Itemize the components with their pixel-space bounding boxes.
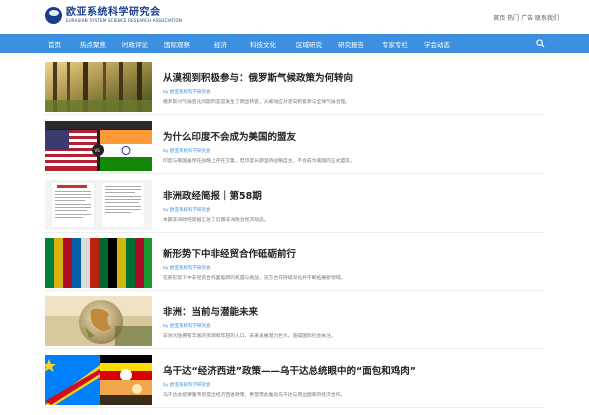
article-title[interactable]: 从漠视到积极参与：俄罗斯气候政策为何转向 — [163, 70, 353, 84]
article-thumbnail-flags[interactable]: VS — [45, 121, 152, 171]
site-title: 欧亚系统科学研究会 — [66, 7, 161, 18]
article-title[interactable]: 乌干达“经济西进”政策——乌干达总统眼中的“面包和鸡肉” — [163, 363, 416, 377]
site-logo[interactable]: 欧亚系统科学研究会 EURASIAN SYSTEM SCIENCE RESEAR… — [45, 7, 182, 24]
article-thumbnail-african-flags[interactable] — [45, 238, 152, 288]
article-card[interactable]: VS 为什么印度不会成为美国的盟友 by 欧亚系统科学研究会 印度与美国虽然在战… — [45, 121, 545, 174]
nav-item-politics[interactable]: 时政评论 — [122, 39, 148, 49]
article-meta[interactable]: by 欧亚系统科学研究会 — [163, 148, 210, 154]
nav-item-reports[interactable]: 研究报告 — [338, 39, 364, 49]
article-thumbnail-forest[interactable] — [45, 62, 152, 112]
globe-logo-icon — [45, 7, 62, 24]
site-subtitle: EURASIAN SYSTEM SCIENCE RESEARCH ASSOCIA… — [66, 18, 183, 23]
article-excerpt: 乌干达总统穆塞韦尼提出经济西进政策，希望借此推动乌干达与周边国家的经济合作。 — [163, 393, 346, 398]
header-links[interactable]: 首页 热门 广告 联系我们 — [493, 13, 559, 22]
article-title[interactable]: 非洲政经简报｜第58期 — [163, 188, 262, 202]
nav-item-economy[interactable]: 经济 — [214, 39, 227, 49]
article-meta[interactable]: by 欧亚系统科学研究会 — [163, 89, 210, 95]
article-meta[interactable]: by 欧亚系统科学研究会 — [163, 323, 210, 329]
nav-item-news[interactable]: 学会动态 — [424, 39, 450, 49]
article-excerpt: 俄罗斯对气候变化问题的态度发生了明显转变，从被动应对走向积极参与全球气候治理。 — [163, 100, 351, 105]
nav-item-tech[interactable]: 科技文化 — [250, 39, 276, 49]
article-excerpt: 印度与美国虽然在战略上存在交集，但印度长期坚持战略自主，不会成为美国的正式盟友。 — [163, 159, 355, 164]
nav-item-experts[interactable]: 专家专栏 — [382, 39, 408, 49]
article-meta[interactable]: by 欧亚系统科学研究会 — [163, 382, 210, 388]
article-card[interactable]: 非洲：当前与潜能未来 by 欧亚系统科学研究会 非洲大陆拥有丰富的资源和年轻的人… — [45, 296, 545, 349]
article-title[interactable]: 新形势下中非经贸合作砥砺前行 — [163, 246, 296, 260]
nav-item-world[interactable]: 国际观察 — [164, 39, 190, 49]
article-thumbnail-uganda-flags[interactable] — [45, 355, 152, 405]
article-excerpt: 非洲大陆拥有丰富的资源和年轻的人口，未来发展潜力巨大，值得国际社会关注。 — [163, 334, 336, 339]
article-card[interactable]: 新形势下中非经贸合作砥砺前行 by 欧亚系统科学研究会 在新形势下中非经贸合作面… — [45, 238, 545, 291]
article-card[interactable]: 从漠视到积极参与：俄罗斯气候政策为何转向 by 欧亚系统科学研究会 俄罗斯对气候… — [45, 62, 545, 115]
nav-item-home[interactable]: 首页 — [48, 39, 61, 49]
article-meta[interactable]: by 欧亚系统科学研究会 — [163, 207, 210, 213]
nav-item-hot[interactable]: 热点聚焦 — [80, 39, 106, 49]
svg-text:VS: VS — [95, 148, 101, 153]
article-excerpt: 本期非洲政经简报汇总了近期非洲政治经济动态。 — [163, 218, 269, 223]
nav-item-region[interactable]: 区域研究 — [296, 39, 322, 49]
article-title[interactable]: 非洲：当前与潜能未来 — [163, 304, 258, 318]
article-thumbnail-document[interactable] — [45, 180, 152, 230]
article-title[interactable]: 为什么印度不会成为美国的盟友 — [163, 129, 296, 143]
article-card[interactable]: 非洲政经简报｜第58期 by 欧亚系统科学研究会 本期非洲政经简报汇总了近期非洲… — [45, 180, 545, 233]
article-thumbnail-globe[interactable] — [45, 296, 152, 346]
main-nav: 首页 热点聚焦 时政评论 国际观察 经济 科技文化 区域研究 研究报告 专家专栏… — [0, 34, 589, 53]
article-meta[interactable]: by 欧亚系统科学研究会 — [163, 265, 210, 271]
search-icon[interactable] — [536, 39, 545, 48]
site-header: 欧亚系统科学研究会 EURASIAN SYSTEM SCIENCE RESEAR… — [0, 0, 589, 34]
article-excerpt: 在新形势下中非经贸合作面临新的机遇与挑战，双方合作持续深化并不断拓展新领域。 — [163, 276, 346, 281]
article-card[interactable]: 乌干达“经济西进”政策——乌干达总统眼中的“面包和鸡肉” by 欧亚系统科学研究… — [45, 355, 545, 408]
